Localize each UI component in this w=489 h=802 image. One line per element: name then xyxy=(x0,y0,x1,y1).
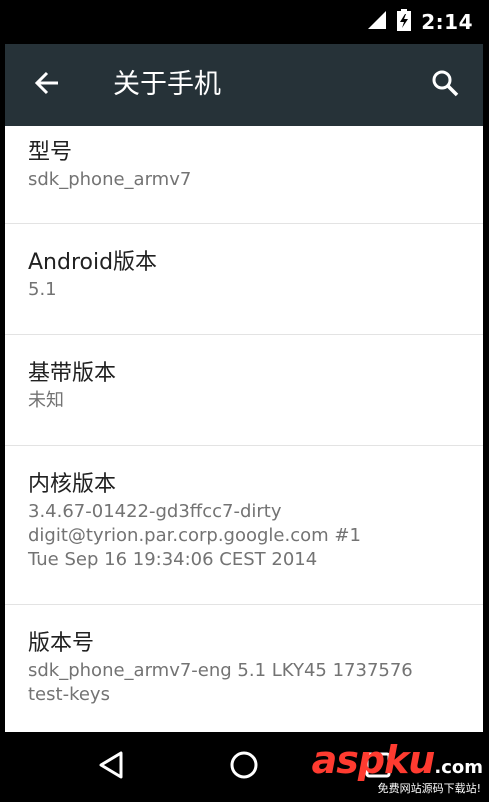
list-item-build-number[interactable]: 版本号 sdk_phone_armv7-eng 5.1 LKY45 173757… xyxy=(5,605,483,732)
nav-home-button[interactable] xyxy=(222,745,266,789)
page-title: 关于手机 xyxy=(113,69,221,100)
item-title: 型号 xyxy=(28,140,73,165)
item-title: 版本号 xyxy=(28,631,95,656)
signal-icon xyxy=(367,10,387,34)
list-item-model[interactable]: 型号 sdk_phone_armv7 xyxy=(5,126,483,224)
arrow-back-icon xyxy=(34,70,60,100)
item-summary: test-keys xyxy=(28,684,110,705)
settings-list: 型号 sdk_phone_armv7 Android版本 5.1 基带版本 未知… xyxy=(5,126,483,732)
toolbar: 关于手机 xyxy=(5,44,483,126)
item-summary: sdk_phone_armv7 xyxy=(28,169,192,190)
item-title: 内核版本 xyxy=(28,472,117,497)
item-summary: digit@tyrion.par.corp.google.com #1 xyxy=(28,525,361,546)
item-summary: 未知 xyxy=(28,390,64,411)
home-circle-icon xyxy=(229,750,259,784)
phone-screen: 2:14 关于手机 型号 sdk_phone_armv7 Android版本 5… xyxy=(0,0,489,802)
back-button[interactable] xyxy=(27,65,67,105)
status-icons: 2:14 xyxy=(367,0,473,44)
about-phone-screen: 关于手机 型号 sdk_phone_armv7 Android版本 5.1 基带… xyxy=(5,44,483,732)
item-summary: 3.4.67-01422-gd3ffcc7-dirty xyxy=(28,501,282,522)
item-summary: sdk_phone_armv7-eng 5.1 LKY45 1737576 xyxy=(28,660,413,681)
item-summary: 5.1 xyxy=(28,279,57,300)
search-icon xyxy=(431,69,459,101)
list-item-android-version[interactable]: Android版本 5.1 xyxy=(5,224,483,335)
navigation-bar xyxy=(0,732,489,802)
list-item-baseband-version[interactable]: 基带版本 未知 xyxy=(5,335,483,446)
status-time: 2:14 xyxy=(421,10,473,34)
search-button[interactable] xyxy=(425,65,465,105)
item-title: 基带版本 xyxy=(28,361,117,386)
nav-recents-button[interactable] xyxy=(356,745,400,789)
item-summary: Tue Sep 16 19:34:06 CEST 2014 xyxy=(28,549,318,570)
status-bar: 2:14 xyxy=(0,0,489,44)
nav-back-button[interactable] xyxy=(89,745,133,789)
back-triangle-icon xyxy=(97,750,125,784)
recents-square-icon xyxy=(364,751,392,783)
battery-charging-icon xyxy=(397,9,412,35)
list-item-kernel-version[interactable]: 内核版本 3.4.67-01422-gd3ffcc7-dirty digit@t… xyxy=(5,446,483,605)
item-title: Android版本 xyxy=(28,250,158,275)
